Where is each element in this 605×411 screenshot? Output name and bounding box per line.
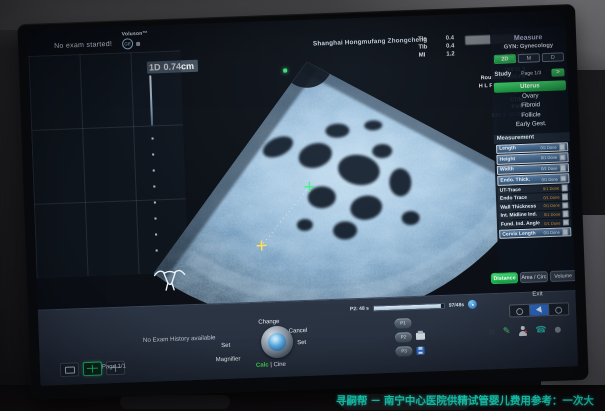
measurement-status: 0/1 Done — [542, 176, 558, 182]
measurement-checkbox[interactable] — [561, 193, 568, 200]
ring-icon — [516, 308, 523, 315]
photo-of-ultrasound-monitor: No exam started! Voluson™ GE 1D 0.74cm S… — [0, 0, 605, 411]
measurement-label: Int. Midline Ind. — [501, 212, 538, 219]
trackball-set-left-label[interactable]: Set — [221, 343, 230, 349]
measurement-label: Height — [499, 156, 515, 163]
volume-button[interactable]: Volume — [549, 270, 577, 282]
measurement-status: 0/1 Done — [541, 155, 557, 161]
measurement-label: Fund. Ind. Angle — [501, 220, 540, 227]
measurement-status: 0/1 Done — [543, 194, 559, 200]
tool-chip-icon — [489, 329, 495, 335]
measurement-label: Cervix Length — [502, 230, 536, 237]
study-list: UterusOvaryFibroidFollicleEarly Gest. — [492, 80, 570, 130]
pkey-row: P1 — [394, 317, 424, 329]
clipboard-page-indicator: Page 1/1 — [102, 364, 126, 371]
single-view-icon[interactable] — [60, 362, 80, 377]
measurement-status: 0/1 Done — [544, 220, 560, 226]
measurement-status: 0/1 Done — [544, 212, 560, 218]
tab-d[interactable]: D — [542, 52, 564, 62]
circle-tool-segment[interactable] — [549, 303, 568, 315]
measurement-checkbox[interactable] — [559, 154, 566, 161]
pkey-p2[interactable]: P2 — [395, 332, 412, 343]
trackball-set-right-label[interactable]: Set — [297, 340, 306, 346]
trackball-change-label[interactable]: Change — [258, 319, 279, 326]
circle-icon — [555, 307, 562, 314]
measurement-checkbox[interactable] — [562, 219, 569, 226]
printer-icon — [416, 333, 425, 340]
cursor-icon — [536, 306, 544, 314]
measurement-label: Length — [499, 145, 516, 152]
study-page-indicator: Page 1/3 — [511, 69, 552, 76]
cine-play-button[interactable] — [468, 300, 477, 309]
cine-label: | Cine — [269, 362, 286, 369]
video-caption: 寻嗣帮 － 南宁中心医院供精试管婴儿费用参考：一次大 — [336, 393, 594, 408]
save-icon — [416, 346, 424, 354]
quad-view-icon[interactable] — [83, 361, 103, 376]
keyboard-silhouette — [120, 395, 230, 409]
measurement-status: 0/1 Done — [543, 230, 559, 236]
measurement-status: 0/1 Done — [540, 144, 556, 150]
uterus-body-marker-icon — [152, 265, 187, 292]
measurement-status: 0/1 Done — [543, 203, 559, 209]
tab-2d[interactable]: 2D — [494, 54, 516, 64]
no-exam-status: No exam started! — [54, 41, 112, 50]
distance-button[interactable]: Distance — [491, 272, 519, 284]
voluson-logo-text: Voluson™ — [122, 31, 148, 38]
trackball-cancel-label[interactable]: Cancel — [289, 328, 308, 335]
area-circ-button[interactable]: Area / Circ — [520, 271, 548, 283]
measurement-checkbox[interactable] — [561, 185, 568, 192]
panel-title: Measure — [490, 26, 566, 43]
measurement-checkbox[interactable] — [560, 175, 567, 182]
measurement-status: 0/1 Done — [543, 186, 559, 192]
ultrasound-screen: No exam started! Voluson™ GE 1D 0.74cm S… — [28, 10, 579, 385]
measurement-label: UT-Trace — [500, 187, 521, 194]
measurement-label: Endo. Thick. — [500, 177, 530, 184]
measurement-status: 0/1 Done — [541, 166, 557, 172]
calc-label: Calc — [256, 362, 269, 368]
cine-progress-track[interactable] — [373, 302, 445, 311]
tab-m[interactable]: M — [518, 53, 540, 63]
study-next-page-button[interactable]: > — [551, 68, 564, 76]
exit-button[interactable]: Exit — [499, 289, 575, 299]
ring-tool-segment[interactable] — [510, 305, 530, 317]
measurement-label: Width — [500, 167, 514, 174]
study-label: Study — [494, 71, 511, 78]
measurement-label: Wall Thickness — [500, 203, 536, 210]
probe-orientation-marker-icon — [283, 68, 287, 72]
cine-progress-fill — [374, 304, 441, 310]
trackball-magnifier-label[interactable]: Magnifier — [216, 356, 241, 363]
measure-panel: Measure GYN: Gynecology 2DMD Study Page … — [490, 26, 577, 341]
trackball-calc-cine-label[interactable]: Calc | Cine — [256, 362, 286, 369]
pkey-row: P3 — [395, 345, 425, 357]
ultrasound-monitor: No exam started! Voluson™ GE 1D 0.74cm S… — [17, 4, 588, 400]
measurement-label: Endo Trace — [500, 195, 527, 202]
measurement-checkbox[interactable] — [559, 143, 566, 150]
measurement-checkbox[interactable] — [559, 165, 566, 172]
pkey-p3[interactable]: P3 — [395, 346, 412, 357]
measurement-checkbox[interactable] — [562, 202, 569, 209]
pkey-p1[interactable]: P1 — [394, 318, 411, 329]
cine-counter-value: 97/48s — [449, 302, 465, 309]
pkey-row: P2 — [395, 331, 425, 343]
measurement-checkbox[interactable] — [562, 210, 569, 217]
pkeys: P1 P2 P3 — [394, 317, 425, 357]
trackball-help-widget: Change Cancel Set Set Magnifier Calc | C… — [220, 303, 328, 377]
measurement-checkbox[interactable] — [562, 229, 569, 236]
measurement-list: Length 0/1 Done Height 0/1 Done Width 0/1 Don… — [494, 142, 573, 240]
trackball-icon[interactable] — [261, 325, 294, 358]
cine-time-label: P2: 48 s — [350, 305, 369, 312]
pointer-mode-segmented-control — [509, 302, 569, 317]
cursor-tool-segment[interactable] — [530, 304, 550, 316]
